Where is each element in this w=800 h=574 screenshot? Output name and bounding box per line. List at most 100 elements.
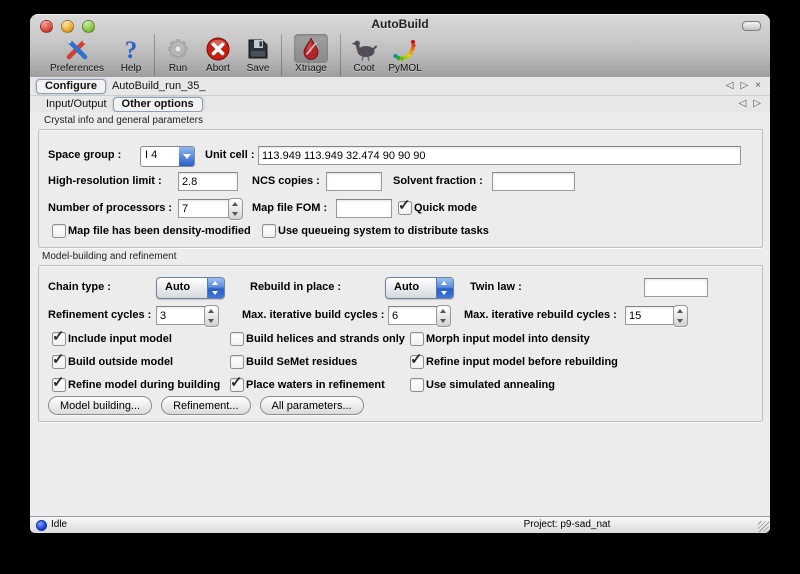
refine-during-building-checkbox[interactable] [52, 378, 66, 392]
processors-label: Number of processors : [48, 202, 172, 214]
sub-tab-nav: ◁ ▷ [739, 99, 770, 109]
tab-autobuild-run[interactable]: AutoBuild_run_35_ [106, 80, 212, 92]
screen: AutoBuild Preferences [0, 0, 800, 574]
refinement-button[interactable]: Refinement... [161, 396, 250, 415]
svg-text:?: ? [125, 37, 138, 63]
twin-law-input[interactable] [644, 278, 708, 297]
refine-during-building-label: Refine model during building [68, 379, 220, 391]
all-parameters-button[interactable]: All parameters... [260, 396, 364, 415]
density-modified-label: Map file has been density-modified [68, 225, 251, 237]
build-cycles-label: Max. iterative build cycles : [242, 309, 384, 321]
chevron-down-icon[interactable] [179, 147, 194, 166]
toolbar-divider [281, 34, 282, 76]
run-button[interactable]: Run [159, 34, 197, 74]
build-semet-label: Build SeMet residues [246, 356, 357, 368]
solvent-fraction-input[interactable] [492, 172, 575, 191]
model-group-title: Model-building and refinement [42, 251, 177, 262]
status-text: Idle [51, 519, 67, 530]
window-chrome: AutoBuild Preferences [30, 14, 770, 78]
space-group-select[interactable]: I 4 [140, 146, 195, 167]
build-outside-label: Build outside model [68, 356, 173, 368]
simulated-annealing-checkbox[interactable] [410, 378, 424, 392]
help-button[interactable]: ? Help [112, 34, 150, 74]
quick-mode-checkbox[interactable] [398, 201, 412, 215]
rebuild-cycles-input[interactable] [625, 306, 675, 325]
rebuild-cycles-label: Max. iterative rebuild cycles : [464, 309, 617, 321]
model-building-button[interactable]: Model building... [48, 396, 152, 415]
status-dot-icon [36, 520, 47, 531]
toolbar-divider [154, 34, 155, 76]
pymol-rainbow-icon [388, 34, 422, 63]
window-title: AutoBuild [30, 17, 770, 31]
abort-button[interactable]: Abort [197, 34, 239, 74]
space-group-value: I 4 [141, 147, 179, 166]
autobuild-window: AutoBuild Preferences [30, 14, 770, 533]
build-outside-checkbox[interactable] [52, 355, 66, 369]
tab-prev-button[interactable]: ◁ [726, 81, 734, 91]
floppy-icon [241, 34, 275, 63]
include-input-model-label: Include input model [68, 333, 172, 345]
refinement-cycles-stepper[interactable] [204, 305, 219, 327]
main-tab-bar: Configure AutoBuild_run_35_ ◁ ▷ × [30, 77, 770, 96]
ncs-copies-label: NCS copies : [252, 175, 320, 187]
project-label: Project: p9-sad_nat [467, 519, 667, 530]
tab-other-options[interactable]: Other options [113, 97, 203, 112]
save-button[interactable]: Save [239, 34, 277, 74]
refine-before-rebuild-checkbox[interactable] [410, 355, 424, 369]
build-helices-label: Build helices and strands only [246, 333, 405, 345]
tab-next-button[interactable]: ▷ [740, 81, 748, 91]
tab-close-button[interactable]: × [755, 81, 761, 91]
map-fom-input[interactable] [336, 199, 392, 218]
status-bar: Idle Project: p9-sad_nat [30, 516, 770, 533]
options-panel: Crystal info and general parameters Spac… [30, 112, 770, 517]
chain-type-value: Auto [157, 278, 207, 298]
chain-type-select[interactable]: Auto [156, 277, 225, 299]
queueing-checkbox[interactable] [262, 224, 276, 238]
abort-icon [201, 34, 235, 63]
rebuild-in-place-select[interactable]: Auto [385, 277, 454, 299]
pymol-button[interactable]: PyMOL [383, 34, 427, 74]
place-waters-checkbox[interactable] [230, 378, 244, 392]
main-tab-nav: ◁ ▷ × [726, 81, 770, 91]
xtriage-crystal-icon [294, 34, 328, 63]
processors-input[interactable] [178, 199, 230, 218]
processors-stepper[interactable] [228, 198, 243, 220]
build-semet-checkbox[interactable] [230, 355, 244, 369]
place-waters-label: Place waters in refinement [246, 379, 385, 391]
build-helices-checkbox[interactable] [230, 332, 244, 346]
updown-arrows-icon[interactable] [207, 278, 224, 298]
resize-grip[interactable] [758, 521, 769, 532]
high-resolution-input[interactable] [178, 172, 238, 191]
rebuild-in-place-value: Auto [386, 278, 436, 298]
toolbar-toggle-button[interactable] [742, 21, 761, 31]
updown-arrows-icon[interactable] [436, 278, 453, 298]
coot-bird-icon [347, 34, 381, 63]
tab-input-output[interactable]: Input/Output [40, 98, 113, 110]
sub-tab-bar: Input/Output Other options ◁ ▷ [30, 96, 770, 113]
xtriage-button[interactable]: Xtriage [286, 34, 336, 74]
tab-configure[interactable]: Configure [36, 79, 106, 94]
twin-law-label: Twin law : [470, 281, 522, 293]
morph-model-label: Morph input model into density [426, 333, 590, 345]
subtab-next-button[interactable]: ▷ [753, 99, 761, 109]
refinement-cycles-label: Refinement cycles : [48, 309, 151, 321]
ncs-copies-input[interactable] [326, 172, 382, 191]
build-cycles-input[interactable] [388, 306, 438, 325]
build-cycles-stepper[interactable] [436, 305, 451, 327]
simulated-annealing-label: Use simulated annealing [426, 379, 555, 391]
subtab-prev-button[interactable]: ◁ [739, 99, 747, 109]
morph-model-checkbox[interactable] [410, 332, 424, 346]
coot-button[interactable]: Coot [345, 34, 383, 74]
map-fom-label: Map file FOM : [252, 202, 327, 214]
unit-cell-input[interactable] [258, 146, 741, 165]
preferences-button[interactable]: Preferences [42, 34, 112, 74]
rebuild-cycles-stepper[interactable] [673, 305, 688, 327]
include-input-model-checkbox[interactable] [52, 332, 66, 346]
gear-icon [161, 34, 195, 63]
refinement-cycles-input[interactable] [156, 306, 206, 325]
space-group-label: Space group : [48, 149, 121, 161]
rebuild-in-place-label: Rebuild in place : [250, 281, 341, 293]
crystal-group-title: Crystal info and general parameters [44, 115, 203, 126]
density-modified-checkbox[interactable] [52, 224, 66, 238]
queueing-label: Use queueing system to distribute tasks [278, 225, 489, 237]
